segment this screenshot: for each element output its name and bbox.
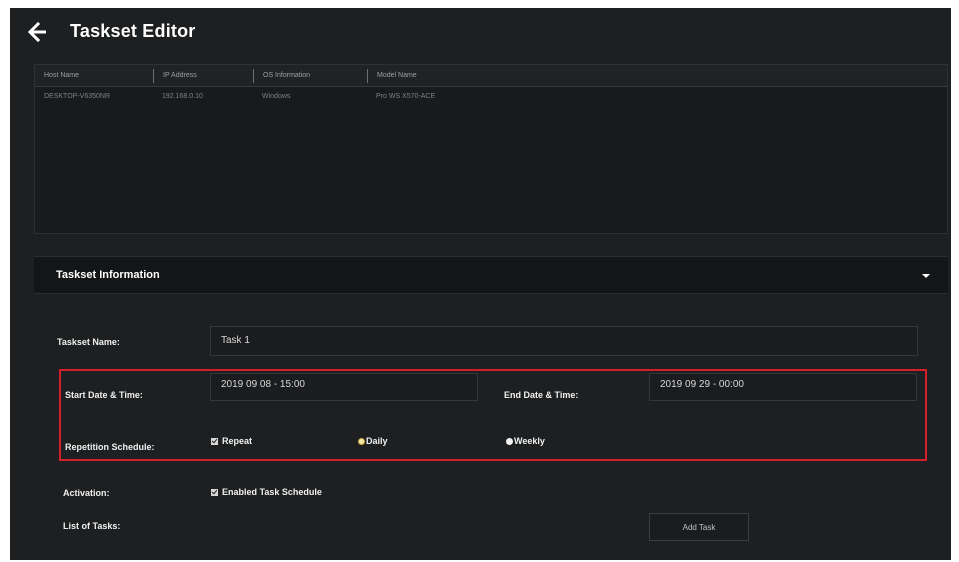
end-date-label: End Date & Time: xyxy=(504,390,579,400)
start-date-label: Start Date & Time: xyxy=(65,390,143,400)
repetition-label: Repetition Schedule: xyxy=(65,442,155,452)
cell-host-name: DESKTOP-V6350NR xyxy=(44,92,111,100)
page-title: Taskset Editor xyxy=(70,21,196,41)
checkbox-checked-icon[interactable] xyxy=(211,488,218,496)
taskset-section-header[interactable]: Taskset Information xyxy=(34,256,948,294)
enabled-task-schedule-checkbox[interactable]: Enabled Task Schedule xyxy=(211,487,322,497)
add-task-button[interactable]: Add Task xyxy=(649,513,749,541)
column-model-name[interactable]: Model Name xyxy=(367,68,483,83)
repeat-label: Repeat xyxy=(222,436,253,446)
daily-label: Daily xyxy=(366,436,388,446)
arrow-left-icon[interactable] xyxy=(26,20,52,44)
taskset-name-label: Taskset Name: xyxy=(57,337,120,347)
weekly-label: Weekly xyxy=(514,436,545,446)
taskset-name-input[interactable]: Task 1 xyxy=(210,326,918,356)
list-of-tasks-label: List of Tasks: xyxy=(63,521,121,531)
column-ip-address[interactable]: IP Address xyxy=(153,68,253,83)
daily-radio[interactable]: Daily xyxy=(358,436,388,446)
caret-down-icon[interactable] xyxy=(922,274,930,278)
app-window: Taskset Editor Host Name IP Address OS I… xyxy=(10,8,951,560)
cell-ip-address: 192.168.0.10 xyxy=(162,92,203,100)
header: Taskset Editor xyxy=(10,8,951,56)
table-row[interactable]: DESKTOP-V6350NR 192.168.0.10 Windows Pro… xyxy=(35,87,947,105)
cell-os-information: Windows xyxy=(262,92,291,100)
end-date-input[interactable]: 2019 09 29 - 00:00 xyxy=(649,373,917,401)
weekly-radio[interactable]: Weekly xyxy=(506,436,545,446)
enabled-task-schedule-label: Enabled Task Schedule xyxy=(222,487,322,497)
radio-selected-icon[interactable] xyxy=(358,437,365,445)
host-table: Host Name IP Address OS Information Mode… xyxy=(34,64,948,234)
column-os-information[interactable]: OS Information xyxy=(253,68,367,83)
repeat-checkbox[interactable]: Repeat xyxy=(211,436,252,446)
section-title: Taskset Information xyxy=(56,269,160,281)
activation-label: Activation: xyxy=(63,488,110,498)
start-date-input[interactable]: 2019 09 08 - 15:00 xyxy=(210,373,478,401)
cell-model-name: Pro WS X570-ACE xyxy=(376,92,436,100)
checkbox-checked-icon[interactable] xyxy=(211,437,218,445)
host-table-header: Host Name IP Address OS Information Mode… xyxy=(35,65,947,87)
radio-unselected-icon[interactable] xyxy=(506,437,513,445)
column-host-name[interactable]: Host Name xyxy=(35,69,153,83)
